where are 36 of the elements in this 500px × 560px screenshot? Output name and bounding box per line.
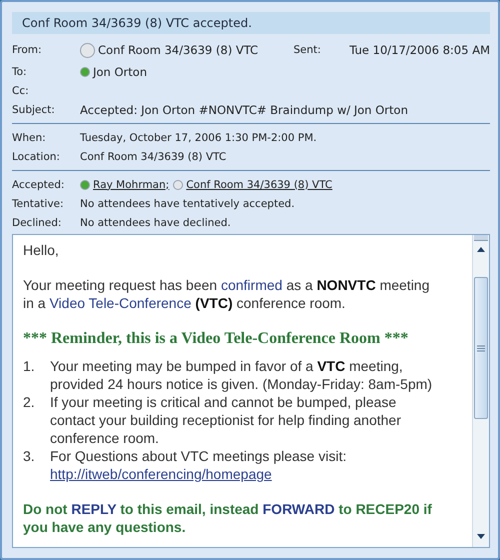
- field-label: From:: [12, 44, 43, 56]
- scroll-down-icon[interactable]: [476, 533, 486, 541]
- list-item-text: For Questions about VTC meetings please visit: http://itweb/conferencing/homepage: [50, 447, 348, 483]
- field-label: Location:: [12, 150, 61, 162]
- field-label: Cc:: [12, 84, 30, 96]
- field-value: Conf Room 34/3639 (8) VTC: [80, 150, 226, 162]
- scroll-thumb[interactable]: [474, 277, 488, 419]
- list-number: 2.: [23, 393, 36, 412]
- field-value: Tuesday, October 17, 2006 1:30 PM-2:00 PM.: [80, 132, 317, 144]
- body-paragraph: Hello,: [23, 241, 60, 259]
- list-number: 3.: [23, 447, 36, 466]
- field-label: Declined:: [12, 216, 62, 228]
- info-bar: Conf Room 34/3639 (8) VTC accepted.: [12, 12, 490, 34]
- notice-text: Do not REPLY to this email, instead FORWARD to RECEP20 if you have any questions.: [23, 500, 433, 536]
- scroll-up-icon[interactable]: [476, 245, 486, 253]
- field-value: No attendees have declined.: [80, 216, 231, 228]
- list-item-text: Your meeting may be bumped in favor of a VTC meeting, provided 24 hours notice is given. (Monday-Friday: 8am-5pm): [50, 357, 434, 393]
- attendee-name[interactable]: Ray Mohrman;: [93, 178, 170, 190]
- body-paragraph: Your meeting request has been confirmed as a NONVTC meeting in a Video Tele-Conference (VTC) conference room.: [23, 276, 431, 312]
- field-label: Accepted:: [12, 178, 66, 190]
- sender-name[interactable]: Conf Room 34/3639 (8) VTC: [98, 43, 258, 57]
- scroll-bar[interactable]: [472, 235, 489, 547]
- reminder-heading: *** Reminder, this is a Video Tele-Conference Room ***: [23, 329, 410, 349]
- field-label: To:: [12, 66, 28, 78]
- field-label: When:: [12, 132, 47, 144]
- field-label: Sent:: [293, 44, 322, 56]
- recipient-name[interactable]: Jon Orton: [93, 64, 147, 78]
- field-label: Tentative:: [12, 198, 65, 210]
- attendee-name[interactable]: Conf Room 34/3639 (8) VTC: [186, 178, 332, 190]
- field-value: No attendees have tentatively accepted.: [80, 198, 295, 210]
- list-number: 1.: [23, 357, 36, 376]
- scroll-cap: [474, 235, 488, 241]
- list-item-text: If your meeting is critical and cannot be bumped, please contact your building receptionist for help finding another conference room.: [50, 393, 402, 447]
- field-label: Subject:: [12, 104, 56, 116]
- field-value: Accepted: Jon Orton #NONVTC# Braindump w/ Jon Orton: [80, 102, 408, 116]
- field-value: Tue 10/17/2006 8:05 AM: [349, 43, 490, 57]
